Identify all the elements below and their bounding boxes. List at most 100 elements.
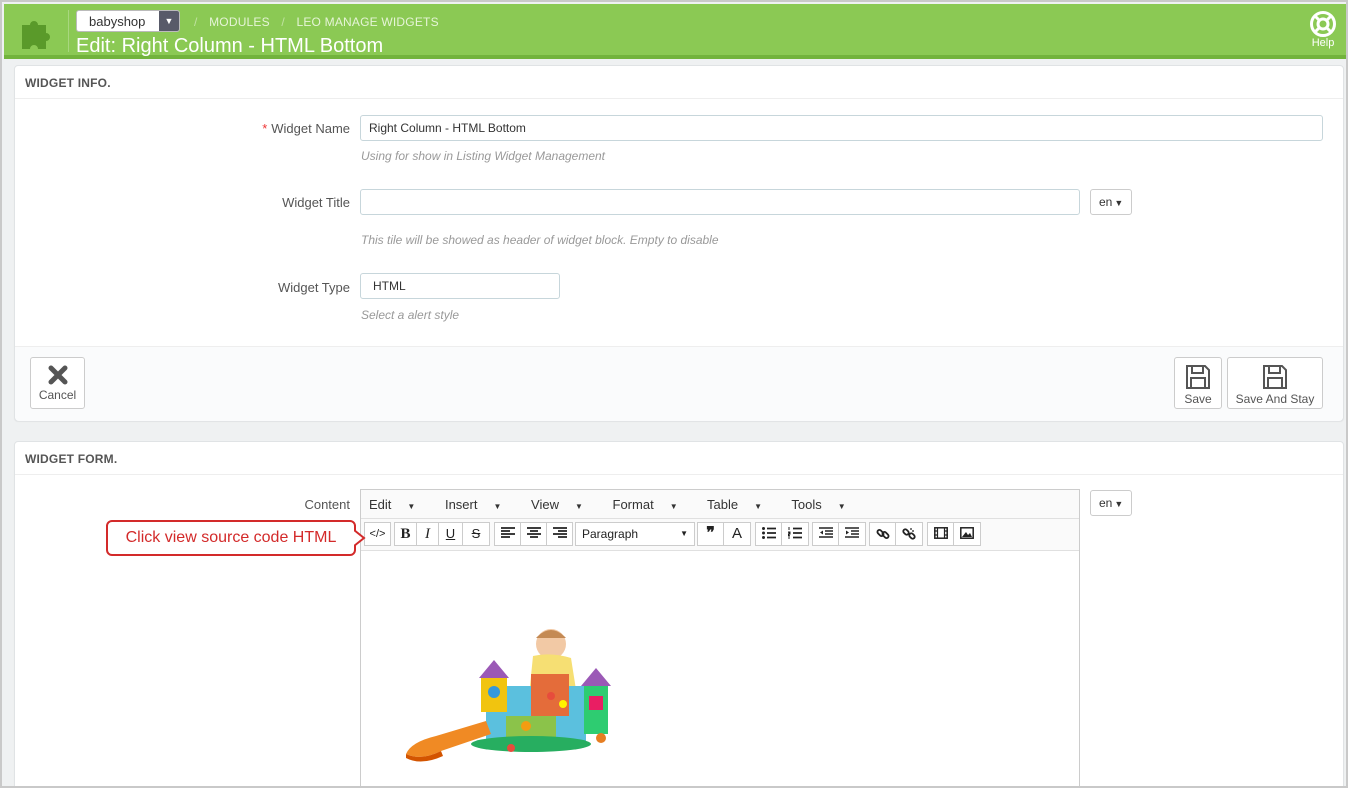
quote-icon: ❞ — [706, 525, 715, 542]
widget-title-label: Widget Title — [282, 195, 350, 210]
underline-icon: U — [445, 526, 456, 541]
breadcrumb-leo-manage-widgets[interactable]: LEO MANAGE WIDGETS — [296, 15, 438, 29]
shop-select-value: babyshop — [89, 14, 146, 29]
page-title: Edit: Right Column - HTML Bottom — [76, 35, 384, 57]
widget-info-footer: Cancel Save Save And Stay — [15, 346, 1343, 421]
underline-button[interactable]: U — [438, 522, 463, 546]
menu-table-label: Table — [707, 497, 739, 512]
caret-down-icon: ▼ — [754, 502, 762, 511]
align-right-icon — [552, 527, 567, 538]
unlink-icon — [902, 528, 916, 540]
lifebuoy-icon — [1310, 11, 1336, 37]
editor-toolbar: </> B I U S Paragraph ▼ ❞ A — [361, 519, 1079, 551]
source-code-button[interactable]: </> — [364, 522, 391, 546]
menu-format[interactable]: Format ▼ — [613, 497, 691, 512]
widget-name-hint: Using for show in Listing Widget Managem… — [361, 149, 606, 163]
menu-edit-label: Edit — [369, 497, 392, 512]
cancel-button[interactable]: Cancel — [30, 357, 85, 409]
font-color-icon: A — [731, 525, 742, 542]
strikethrough-button[interactable]: S — [462, 522, 490, 546]
caret-down-icon: ▼ — [669, 502, 678, 511]
widget-title-language-select[interactable]: en ▼ — [1090, 189, 1132, 215]
required-asterisk: * — [262, 121, 268, 136]
screenshot-frame: babyshop ▼ / MODULES / LEO MANAGE WIDGET… — [0, 0, 1348, 788]
widget-title-language-value: en — [1099, 195, 1113, 209]
widget-title-hint: This tile will be showed as header of wi… — [361, 233, 719, 247]
outdent-button[interactable] — [812, 522, 839, 546]
align-center-button[interactable] — [520, 522, 547, 546]
caret-down-icon: ▼ — [574, 502, 583, 511]
content-language-select[interactable]: en ▼ — [1090, 490, 1132, 516]
caret-down-icon: ▼ — [837, 502, 846, 511]
widget-type-field[interactable]: HTML — [360, 273, 560, 299]
header-divider — [68, 10, 69, 52]
strikethrough-icon: S — [471, 526, 481, 541]
cancel-label: Cancel — [38, 388, 77, 402]
widget-type-label: Widget Type — [277, 280, 350, 295]
caret-down-icon: ▼ — [1114, 198, 1124, 208]
numbered-list-icon — [787, 527, 802, 539]
block-format-select[interactable]: Paragraph ▼ — [575, 522, 695, 546]
widget-name-input[interactable]: Right Column - HTML Bottom — [360, 115, 1323, 141]
link-icon — [876, 529, 889, 539]
menu-tools[interactable]: Tools ▼ — [791, 497, 858, 512]
help-label: Help — [1311, 37, 1335, 49]
menu-insert-label: Insert — [444, 497, 478, 512]
editor-menubar: Edit ▼ Insert ▼ View ▼ Format ▼ Table ▼ Tools… — [361, 490, 1079, 519]
save-and-stay-label: Save And Stay — [1235, 392, 1315, 406]
menu-insert[interactable]: Insert ▼ — [445, 497, 514, 512]
widget-info-heading: WIDGET INFO. — [15, 66, 1343, 99]
editor-content-area[interactable] — [361, 551, 1079, 786]
breadcrumb-modules[interactable]: MODULES — [209, 15, 270, 29]
modules-puzzle-icon — [22, 21, 50, 49]
image-icon — [960, 527, 974, 539]
help-button[interactable]: Help — [1308, 11, 1338, 49]
bullet-list-icon — [761, 527, 776, 539]
widget-form-heading: WIDGET FORM. — [15, 442, 1343, 475]
bullet-list-button[interactable] — [755, 522, 782, 546]
save-label: Save — [1184, 392, 1212, 406]
callout-pointer — [354, 529, 366, 547]
film-icon — [933, 527, 948, 539]
caret-down-icon: ▼ — [407, 502, 416, 511]
indent-icon — [845, 527, 859, 538]
text-color-button[interactable]: A — [723, 522, 751, 546]
insert-media-button[interactable] — [927, 522, 954, 546]
save-and-stay-button[interactable]: Save And Stay — [1227, 357, 1323, 409]
close-icon — [48, 365, 67, 385]
insert-image-button[interactable] — [953, 522, 981, 546]
widget-name-label-text: Widget Name — [271, 121, 350, 136]
insert-link-button[interactable] — [869, 522, 896, 546]
shop-select[interactable]: babyshop ▼ — [76, 10, 180, 32]
menu-view[interactable]: View ▼ — [531, 497, 596, 512]
save-button[interactable]: Save — [1174, 357, 1222, 409]
widget-info-panel: WIDGET INFO. * Widget Name Right Column -… — [14, 65, 1344, 421]
align-center-icon — [526, 527, 541, 538]
menu-edit[interactable]: Edit ▼ — [369, 497, 428, 512]
source-code-callout: Click view source code HTML — [106, 520, 356, 556]
widget-title-input[interactable] — [360, 189, 1080, 215]
italic-button[interactable]: I — [416, 522, 439, 546]
caret-down-icon: ▼ — [1114, 499, 1124, 509]
blockquote-button[interactable]: ❞ — [697, 522, 724, 546]
remove-link-button[interactable] — [895, 522, 923, 546]
chevron-down-icon: ▼ — [159, 11, 179, 31]
widget-type-hint: Select a alert style — [361, 308, 460, 322]
bold-icon: B — [400, 526, 411, 542]
outdent-icon — [818, 527, 833, 538]
widget-name-label: * Widget Name — [195, 121, 350, 136]
page-header: babyshop ▼ / MODULES / LEO MANAGE WIDGET… — [4, 4, 1346, 59]
align-left-button[interactable] — [494, 522, 521, 546]
widget-form-panel: WIDGET FORM. Content en ▼ Edit ▼ Insert ▼ V… — [14, 441, 1344, 786]
floppy-disk-icon — [1186, 365, 1210, 389]
bold-button[interactable]: B — [394, 522, 417, 546]
numbered-list-button[interactable] — [781, 522, 809, 546]
indent-button[interactable] — [838, 522, 866, 546]
block-format-value: Paragraph — [582, 527, 639, 541]
baby-with-toy-house-image — [406, 629, 611, 762]
code-icon: </> — [369, 528, 386, 540]
content-label: Content — [304, 497, 350, 512]
caret-down-icon: ▼ — [680, 529, 688, 538]
align-right-button[interactable] — [546, 522, 573, 546]
menu-table[interactable]: Table ▼ — [707, 497, 775, 512]
